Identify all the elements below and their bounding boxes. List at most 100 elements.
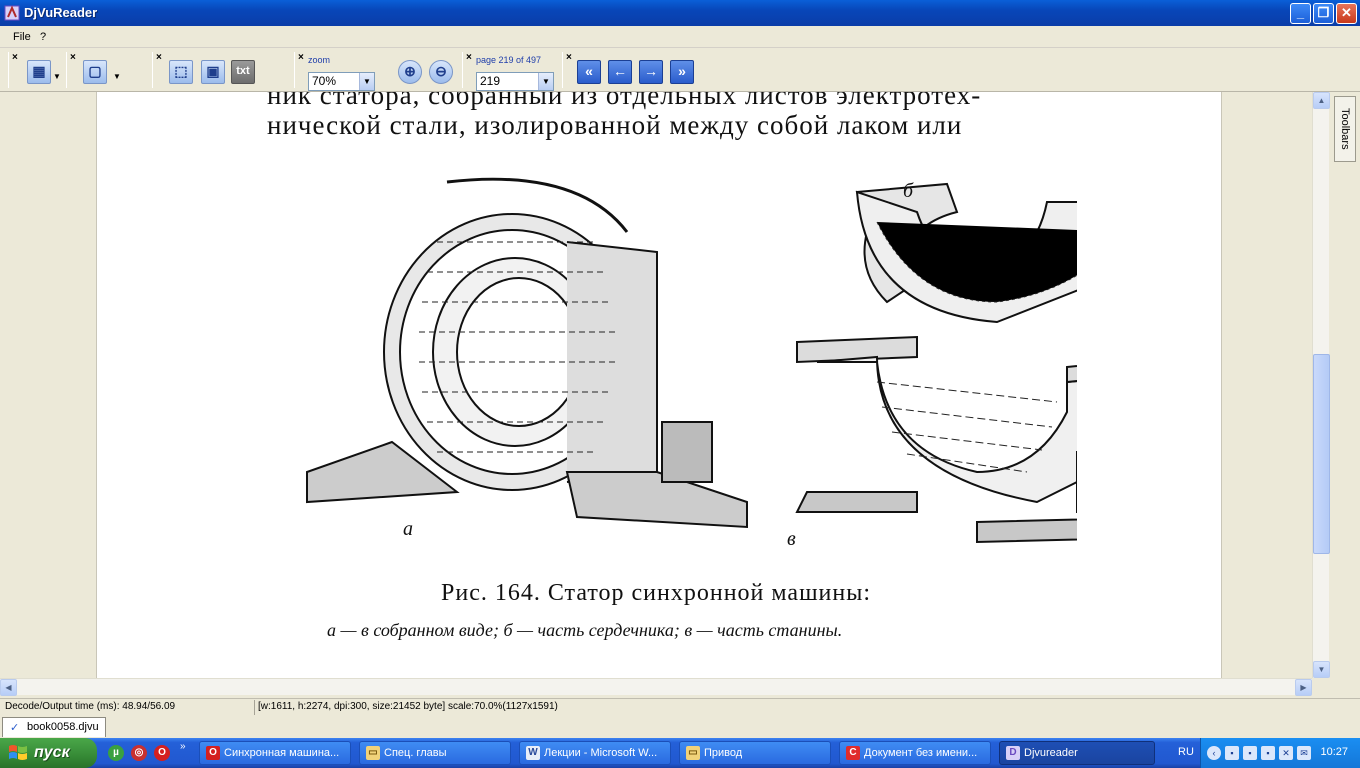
opera-icon[interactable]: O — [154, 745, 170, 761]
toolbars-panel: Toolbars — [1330, 92, 1360, 695]
close-toolbar-icon[interactable]: × — [12, 52, 18, 63]
zoom-value: 70% — [312, 74, 337, 88]
zoom-label: zoom — [308, 55, 331, 65]
toolbar: × ▦ ▼ × ▢ ▼ × ⬚ ▣ txt × zoom 70% ▼ ⊕ ⊖ ×… — [0, 48, 1360, 92]
scrollbar-thumb[interactable] — [1313, 354, 1330, 554]
document-app-icon: C — [846, 746, 860, 760]
toolbar-group-navigation: × « ← → » — [562, 52, 702, 88]
document-tab[interactable]: ✓ book0058.djvu — [2, 717, 106, 737]
select-area-button[interactable]: ⬚ — [169, 60, 193, 84]
page-value: 219 — [480, 74, 501, 88]
document-viewport[interactable]: ник статора, собранный из отдельных лист… — [0, 92, 1330, 678]
zoom-in-button[interactable]: ⊕ — [398, 60, 422, 84]
taskbar-item-label: Спец. главы — [384, 747, 447, 759]
figure-label-b: б — [903, 180, 914, 202]
stator-illustration — [306, 177, 1077, 544]
figure-label-a: а — [403, 518, 413, 540]
image-button[interactable]: ▣ — [201, 60, 225, 84]
taskbar-item-4[interactable]: ▭ Привод — [679, 741, 831, 765]
toolbar-group-zoom: × zoom 70% ▼ ⊕ ⊖ — [294, 52, 462, 91]
start-button[interactable]: пуск — [0, 738, 97, 768]
close-toolbar-icon[interactable]: × — [298, 52, 304, 63]
scroll-up-icon[interactable]: ▲ — [1313, 92, 1330, 109]
next-page-button[interactable]: → — [639, 60, 663, 84]
decode-time-text: Decode/Output time (ms): 48.94/56.09 — [5, 701, 176, 712]
zoom-out-button[interactable]: ⊖ — [429, 60, 453, 84]
check-icon: ✓ — [10, 722, 20, 734]
toolbars-tab[interactable]: Toolbars — [1334, 96, 1356, 162]
toolbar-group-page: × ▢ ▼ — [66, 52, 146, 88]
folder-icon: ▭ — [686, 746, 700, 760]
taskbar-item-3[interactable]: W Лекции - Microsoft W... — [519, 741, 671, 765]
tray-network-icon[interactable]: ▪ — [1243, 746, 1257, 760]
browser-icon[interactable]: ◎ — [131, 745, 147, 761]
tray-security-icon[interactable]: ✕ — [1279, 746, 1293, 760]
close-button[interactable]: ✕ — [1336, 3, 1357, 24]
figure-subcaption: а — в собранном виде; б — часть сердечни… — [327, 620, 843, 640]
utorrent-icon[interactable]: µ — [108, 745, 124, 761]
taskbar-item-5[interactable]: C Документ без имени... — [839, 741, 991, 765]
page-select[interactable]: 219 ▼ — [476, 72, 554, 91]
minimize-button[interactable]: _ — [1290, 3, 1311, 24]
taskbar-item-1[interactable]: O Синхронная машина... — [199, 741, 351, 765]
figure-label-v: в — [787, 528, 796, 550]
folder-icon: ▭ — [366, 746, 380, 760]
toolbar-group-tools: × ⬚ ▣ txt — [152, 52, 292, 88]
chevron-down-icon[interactable]: ▼ — [53, 72, 61, 81]
close-toolbar-icon[interactable]: × — [70, 52, 76, 63]
djvu-app-icon — [4, 5, 20, 21]
taskbar-item-label: Документ без имени... — [864, 747, 978, 759]
clock[interactable]: 10:27 — [1320, 746, 1348, 758]
last-page-button[interactable]: » — [670, 60, 694, 84]
menu-help[interactable]: ? — [40, 31, 46, 43]
maximize-button[interactable]: ❐ — [1313, 3, 1334, 24]
image-info-text: [w:1611, h:2274, dpi:300, size:21452 byt… — [258, 701, 558, 712]
title-bar: DjVuReader _ ❐ ✕ — [0, 0, 1360, 26]
taskbar-item-label: Синхронная машина... — [224, 747, 340, 759]
horizontal-scrollbar[interactable]: ◀ ▶ — [0, 678, 1312, 696]
language-indicator[interactable]: RU — [1178, 746, 1194, 758]
chevron-down-icon[interactable]: ▼ — [359, 73, 374, 90]
taskbar-item-label: Привод — [704, 747, 743, 759]
previous-page-button[interactable]: ← — [608, 60, 632, 84]
vertical-scrollbar[interactable]: ▲ ▼ — [1312, 92, 1330, 678]
start-label: пуск — [34, 744, 70, 761]
toolbar-group-page-nav: × page 219 of 497 219 ▼ — [462, 52, 562, 91]
close-toolbar-icon[interactable]: × — [466, 52, 472, 63]
chevron-right-icon[interactable]: » — [180, 741, 186, 752]
taskbar-item-2[interactable]: ▭ Спец. главы — [359, 741, 511, 765]
page-layout-button[interactable]: ▦ — [27, 60, 51, 84]
djvu-app-icon: D — [1006, 746, 1020, 760]
tray-mail-icon[interactable]: ✉ — [1297, 746, 1311, 760]
document-tabs: ✓ book0058.djvu — [0, 715, 1360, 738]
document-tab-label: book0058.djvu — [27, 721, 99, 733]
taskbar-item-label: Лекции - Microsoft W... — [544, 747, 658, 759]
tray-arrow-icon[interactable]: ‹ — [1207, 746, 1221, 760]
single-page-button[interactable]: ▢ — [83, 60, 107, 84]
scroll-left-icon[interactable]: ◀ — [0, 679, 17, 696]
menu-file[interactable]: File — [13, 31, 31, 43]
window-title: DjVuReader — [24, 5, 98, 20]
scroll-down-icon[interactable]: ▼ — [1313, 661, 1330, 678]
chevron-down-icon[interactable]: ▼ — [113, 72, 121, 81]
system-tray: ‹ ▪ ▪ ▪ ✕ ✉ 10:27 — [1200, 738, 1360, 768]
tray-network-icon[interactable]: ▪ — [1225, 746, 1239, 760]
status-bar: Decode/Output time (ms): 48.94/56.09 [w:… — [0, 698, 1360, 715]
text-button[interactable]: txt — [231, 60, 255, 84]
menu-bar: File ? — [0, 26, 1360, 48]
zoom-select[interactable]: 70% ▼ — [308, 72, 375, 91]
page-text-line: ник статора, собранный из отдельных лист… — [267, 92, 982, 110]
tray-network-icon[interactable]: ▪ — [1261, 746, 1275, 760]
taskbar-item-6[interactable]: D Djvureader — [999, 741, 1155, 765]
taskbar-item-label: Djvureader — [1024, 747, 1078, 759]
taskbar: пуск µ ◎ O » O Синхронная машина... ▭ Сп… — [0, 738, 1360, 768]
close-toolbar-icon[interactable]: × — [156, 52, 162, 63]
scroll-right-icon[interactable]: ▶ — [1295, 679, 1312, 696]
close-toolbar-icon[interactable]: × — [566, 52, 572, 63]
toolbar-group-view: × ▦ ▼ — [8, 52, 64, 88]
page-label: page 219 of 497 — [476, 55, 542, 65]
figure-caption: Рис. 164. Статор синхронной машины: — [441, 580, 872, 606]
chevron-down-icon[interactable]: ▼ — [538, 73, 553, 90]
first-page-button[interactable]: « — [577, 60, 601, 84]
document-page: ник статора, собранный из отдельных лист… — [96, 92, 1222, 678]
